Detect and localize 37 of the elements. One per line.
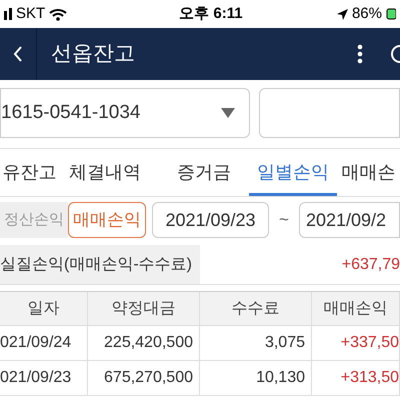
column-header: 매매손익 [312,292,400,325]
screen-title: 선옵잔고 [51,41,135,68]
table-cell: 225,420,500 [88,326,200,360]
signal-icon [4,8,12,20]
column-header: 약정대금 [88,292,200,325]
clock: 오후 6:11 [179,4,243,24]
table-cell: 3,075 [200,326,312,360]
mode-toggle[interactable]: 매매손익 [68,202,146,238]
battery-percent: 86% [352,4,382,24]
account-dropdown[interactable]: 1615-0541-1034 [0,88,250,138]
table-cell: 10,130 [200,361,312,395]
carrier: SKT [16,4,46,24]
table-cell: 021/09/23 [0,361,88,395]
column-header: 수수료 [200,292,312,325]
column-header: 일자 [0,292,88,325]
table-cell: 021/09/24 [0,326,88,360]
summary-label: 실질손익(매매손익-수수료) [0,245,200,284]
tab[interactable]: 매매손 [337,151,400,196]
more-icon [357,44,363,64]
table-cell: 675,270,500 [88,361,200,395]
range-separator: ~ [279,209,289,232]
table-cell: +337,50 [312,326,400,360]
battery-icon [386,8,396,20]
summary-value: +637,79 [340,254,400,274]
tab[interactable]: 증거금 [158,151,250,196]
tab[interactable]: 일별손익 [249,151,338,196]
caret-icon [221,108,235,118]
tab[interactable]: 체결내역 [58,151,151,196]
location-icon [336,8,348,20]
back-icon [13,46,23,62]
date-field[interactable]: 2021/09/2 [298,202,400,238]
table-cell: +313,50 [312,361,400,395]
refresh-icon[interactable] [390,44,400,64]
input-field[interactable] [259,88,400,138]
wifi-icon [49,8,68,20]
date-field[interactable]: 2021/09/23 [152,202,269,238]
tab[interactable]: 유잔고 [0,151,59,196]
